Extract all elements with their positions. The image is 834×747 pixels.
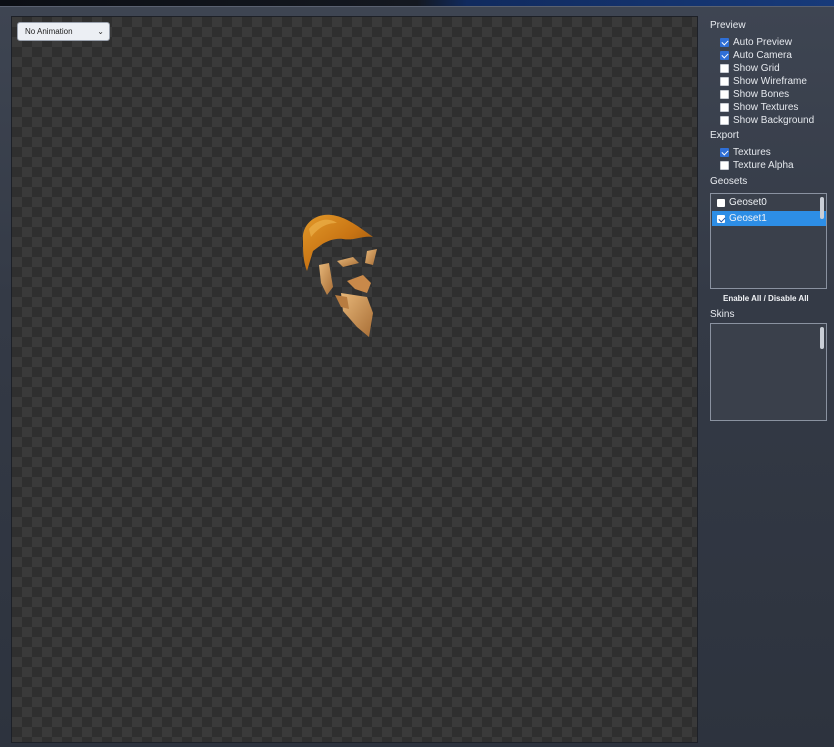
geosets-scrollbar[interactable] [820,197,824,219]
animation-select[interactable]: No Animation ⌄ [17,22,110,41]
checkbox-unchecked-icon [720,115,729,125]
model-render [302,214,377,337]
geosets-heading: Geosets [710,176,748,187]
show-bones-checkbox[interactable]: Show Bones [720,88,789,100]
show-background-checkbox[interactable]: Show Background [720,114,814,126]
skins-list[interactable] [710,323,827,421]
geosets-list[interactable]: Geoset0 Geoset1 [710,193,827,289]
checkbox-unchecked-icon [720,102,729,112]
checkbox-checked-icon [720,147,729,157]
geoset-item-0[interactable]: Geoset0 [712,195,826,210]
checkbox-unchecked-icon [720,76,729,86]
checkbox-checked-icon [720,37,729,47]
checkbox-checked-icon [720,50,729,60]
model-viewport[interactable] [11,16,698,743]
auto-camera-checkbox[interactable]: Auto Camera [720,49,792,61]
preview-heading: Preview [710,20,746,31]
skins-scrollbar[interactable] [820,327,824,349]
checkbox-unchecked-icon [720,160,729,170]
checkbox-unchecked-icon [720,63,729,73]
checkbox-unchecked-icon [720,89,729,99]
chevron-down-icon: ⌄ [97,27,104,36]
animation-select-value: No Animation [25,27,73,36]
geoset-item-1[interactable]: Geoset1 [712,211,826,226]
skins-heading: Skins [710,309,735,320]
enable-disable-all-link[interactable]: Enable All / Disable All [723,294,809,303]
show-textures-checkbox[interactable]: Show Textures [720,101,798,113]
show-grid-checkbox[interactable]: Show Grid [720,62,780,74]
checkbox-unchecked-icon[interactable] [717,198,725,207]
export-texture-alpha-checkbox[interactable]: Texture Alpha [720,159,794,171]
auto-preview-checkbox[interactable]: Auto Preview [720,36,792,48]
options-panel: Preview Auto Preview Auto Camera Show Gr… [706,16,830,741]
export-heading: Export [710,130,739,141]
show-wireframe-checkbox[interactable]: Show Wireframe [720,75,807,87]
export-textures-checkbox[interactable]: Textures [720,146,771,158]
checkbox-checked-icon[interactable] [717,214,725,223]
